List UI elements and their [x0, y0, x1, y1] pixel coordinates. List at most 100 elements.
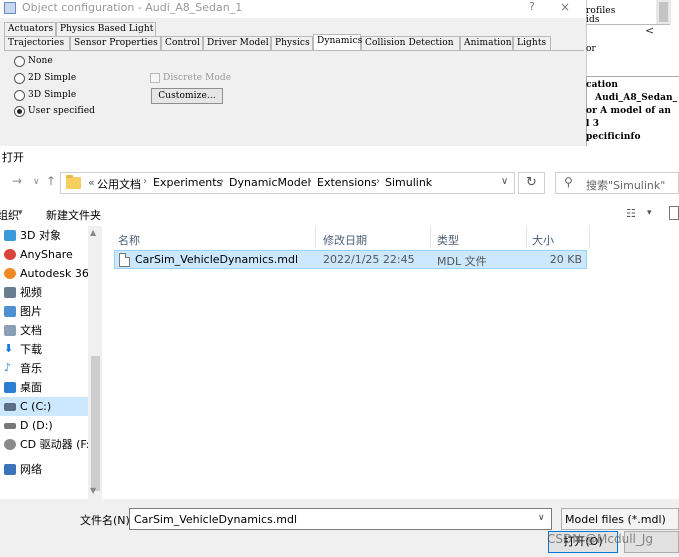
- sidebar-item-d-drive[interactable]: D (D:): [0, 416, 88, 435]
- picture-icon: [4, 306, 16, 317]
- desktop-icon: [4, 382, 16, 393]
- filetype-value: Model files (*.mdl): [565, 513, 666, 526]
- sidebar-item-documents[interactable]: 文档: [0, 321, 88, 340]
- refresh-icon[interactable]: ↻: [518, 172, 545, 194]
- sidebar-item-desktop[interactable]: 桌面: [0, 378, 88, 397]
- file-name: CarSim_VehicleDynamics.mdl: [135, 253, 299, 266]
- up-arrow-icon[interactable]: ↑: [46, 174, 56, 188]
- sidebar-item-label: 图片: [20, 305, 42, 318]
- scroll-up-icon[interactable]: ▲: [90, 228, 96, 237]
- sidebar-item-3d-objects[interactable]: 3D 对象: [0, 226, 88, 245]
- breadcrumb-dynamicmodel[interactable]: DynamicModel: [229, 176, 311, 189]
- address-bar[interactable]: « 公用文档 › Experiments › DynamicModel › Ex…: [60, 172, 515, 194]
- new-folder-button[interactable]: 新建文件夹: [46, 207, 101, 223]
- tab-row-2: Trajectories Sensor Properties Control D…: [4, 34, 584, 50]
- tab-physics[interactable]: Physics: [271, 36, 313, 50]
- tab-lights[interactable]: Lights: [513, 36, 551, 50]
- filetype-select[interactable]: Model files (*.mdl): [561, 508, 679, 530]
- discrete-mode-checkbox[interactable]: [150, 73, 160, 83]
- help-button[interactable]: ?: [529, 0, 535, 13]
- column-header-type[interactable]: 类型: [437, 232, 459, 248]
- search-placeholder: 搜索"Simulink": [586, 179, 666, 192]
- back-arrow-icon[interactable]: →: [12, 174, 22, 188]
- properties-text-4: cation: [586, 80, 619, 90]
- radio-none[interactable]: [14, 56, 25, 67]
- breadcrumb-public-documents[interactable]: 公用文档: [97, 176, 141, 192]
- view-options-chevron-icon[interactable]: ▾: [647, 208, 652, 218]
- radio-user-specified[interactable]: [14, 106, 25, 117]
- radio-none-label: None: [28, 56, 53, 66]
- file-icon: [119, 253, 130, 267]
- breadcrumb-extensions[interactable]: Extensions: [317, 176, 377, 189]
- address-root-chevron-icon[interactable]: «: [88, 176, 95, 189]
- radio-3d-simple-label: 3D Simple: [28, 90, 77, 100]
- sidebar-item-label: 音乐: [20, 362, 42, 375]
- organize-menu[interactable]: 组织: [0, 207, 19, 223]
- sidebar-item-label: Autodesk 360: [20, 267, 96, 280]
- tab-dynamics[interactable]: Dynamics: [313, 34, 362, 50]
- tab-trajectories[interactable]: Trajectories: [4, 36, 70, 50]
- preview-pane-icon[interactable]: [669, 206, 679, 220]
- column-divider[interactable]: [315, 226, 316, 248]
- sidebar-item-videos[interactable]: 视频: [0, 283, 88, 302]
- open-file-dialog: 打开 → ∨ ↑ « 公用文档 › Experiments › DynamicM…: [0, 146, 679, 557]
- chevron-left-icon[interactable]: <: [645, 24, 654, 37]
- sidebar-item-anyshare[interactable]: AnyShare: [0, 245, 88, 264]
- filename-input[interactable]: CarSim_VehicleDynamics.mdl ∨: [129, 508, 552, 530]
- column-header-date[interactable]: 修改日期: [323, 232, 367, 248]
- tab-physics-based-light[interactable]: Physics Based Light: [56, 22, 156, 36]
- close-button[interactable]: ×: [560, 0, 570, 14]
- discrete-mode-label: Discrete Mode: [163, 73, 232, 83]
- radio-2d-simple[interactable]: [14, 73, 25, 84]
- file-row[interactable]: CarSim_VehicleDynamics.mdl 2022/1/25 22:…: [114, 250, 587, 269]
- column-divider[interactable]: [430, 226, 431, 248]
- recent-locations-chevron-icon[interactable]: ∨: [33, 177, 40, 187]
- breadcrumb-experiments[interactable]: Experiments: [153, 176, 222, 189]
- sidebar-item-pictures[interactable]: 图片: [0, 302, 88, 321]
- navigation-scroll-thumb[interactable]: [91, 356, 100, 491]
- sidebar-item-label: D (D:): [20, 419, 53, 432]
- filename-label: 文件名(N):: [80, 514, 134, 527]
- scroll-down-icon[interactable]: ▼: [90, 486, 96, 495]
- tab-actuators[interactable]: Actuators: [4, 22, 56, 36]
- sidebar-item-label: 文档: [20, 324, 42, 337]
- organize-chevron-icon[interactable]: ▾: [18, 208, 23, 218]
- navigation-pane: 3D 对象 AnyShare Autodesk 360 视频 图片 文档 ⬇ 下…: [0, 226, 102, 499]
- properties-scroll-thumb[interactable]: [659, 2, 668, 22]
- cd-drive-icon: [4, 439, 16, 450]
- sidebar-item-music[interactable]: ♪ 音乐: [0, 359, 88, 378]
- radio-3d-simple[interactable]: [14, 90, 25, 101]
- tab-driver-model[interactable]: Driver Model: [203, 36, 271, 50]
- breadcrumb-separator-icon: ›: [143, 176, 147, 187]
- tab-control[interactable]: Control: [161, 36, 203, 50]
- folder-icon: [66, 175, 81, 189]
- sidebar-item-cd-drive[interactable]: CD 驱动器 (F:): [0, 435, 94, 454]
- address-history-chevron-icon[interactable]: ∨: [501, 176, 508, 187]
- sidebar-item-label: C (C:): [20, 400, 52, 413]
- column-divider[interactable]: [526, 226, 527, 248]
- config-window: Object configuration - Audi_A8_Sedan_1 ?…: [0, 0, 679, 146]
- sidebar-item-label: 下载: [20, 343, 42, 356]
- file-type: MDL 文件: [437, 255, 487, 268]
- tab-sensor-properties[interactable]: Sensor Properties: [70, 36, 161, 50]
- column-header-name[interactable]: 名称: [118, 232, 140, 248]
- config-window-title: Object configuration - Audi_A8_Sedan_1: [22, 1, 243, 14]
- breadcrumb-simulink[interactable]: Simulink: [385, 176, 432, 189]
- properties-text-8: pecificinfo: [586, 132, 641, 142]
- column-divider[interactable]: [589, 226, 590, 248]
- column-header-size[interactable]: 大小: [532, 232, 554, 248]
- breadcrumb-separator-icon: ›: [220, 176, 224, 187]
- customize-button[interactable]: Customize...: [151, 88, 223, 104]
- file-date: 2022/1/25 22:45: [323, 253, 415, 266]
- sidebar-item-network[interactable]: 网络: [0, 460, 88, 479]
- properties-divider: [586, 24, 670, 25]
- sidebar-item-autodesk-360[interactable]: Autodesk 360: [0, 264, 96, 283]
- sidebar-item-c-drive[interactable]: C (C:): [0, 397, 88, 416]
- search-box[interactable]: ⚲ 搜索"Simulink": [555, 172, 679, 194]
- sidebar-item-label: CD 驱动器 (F:): [20, 438, 94, 451]
- sidebar-item-downloads[interactable]: ⬇ 下载: [0, 340, 88, 359]
- tab-animation[interactable]: Animation: [460, 36, 513, 50]
- tab-collision-detection[interactable]: Collision Detection: [361, 36, 460, 50]
- filename-chevron-icon[interactable]: ∨: [538, 513, 545, 523]
- view-options-icon[interactable]: ☷: [626, 207, 636, 220]
